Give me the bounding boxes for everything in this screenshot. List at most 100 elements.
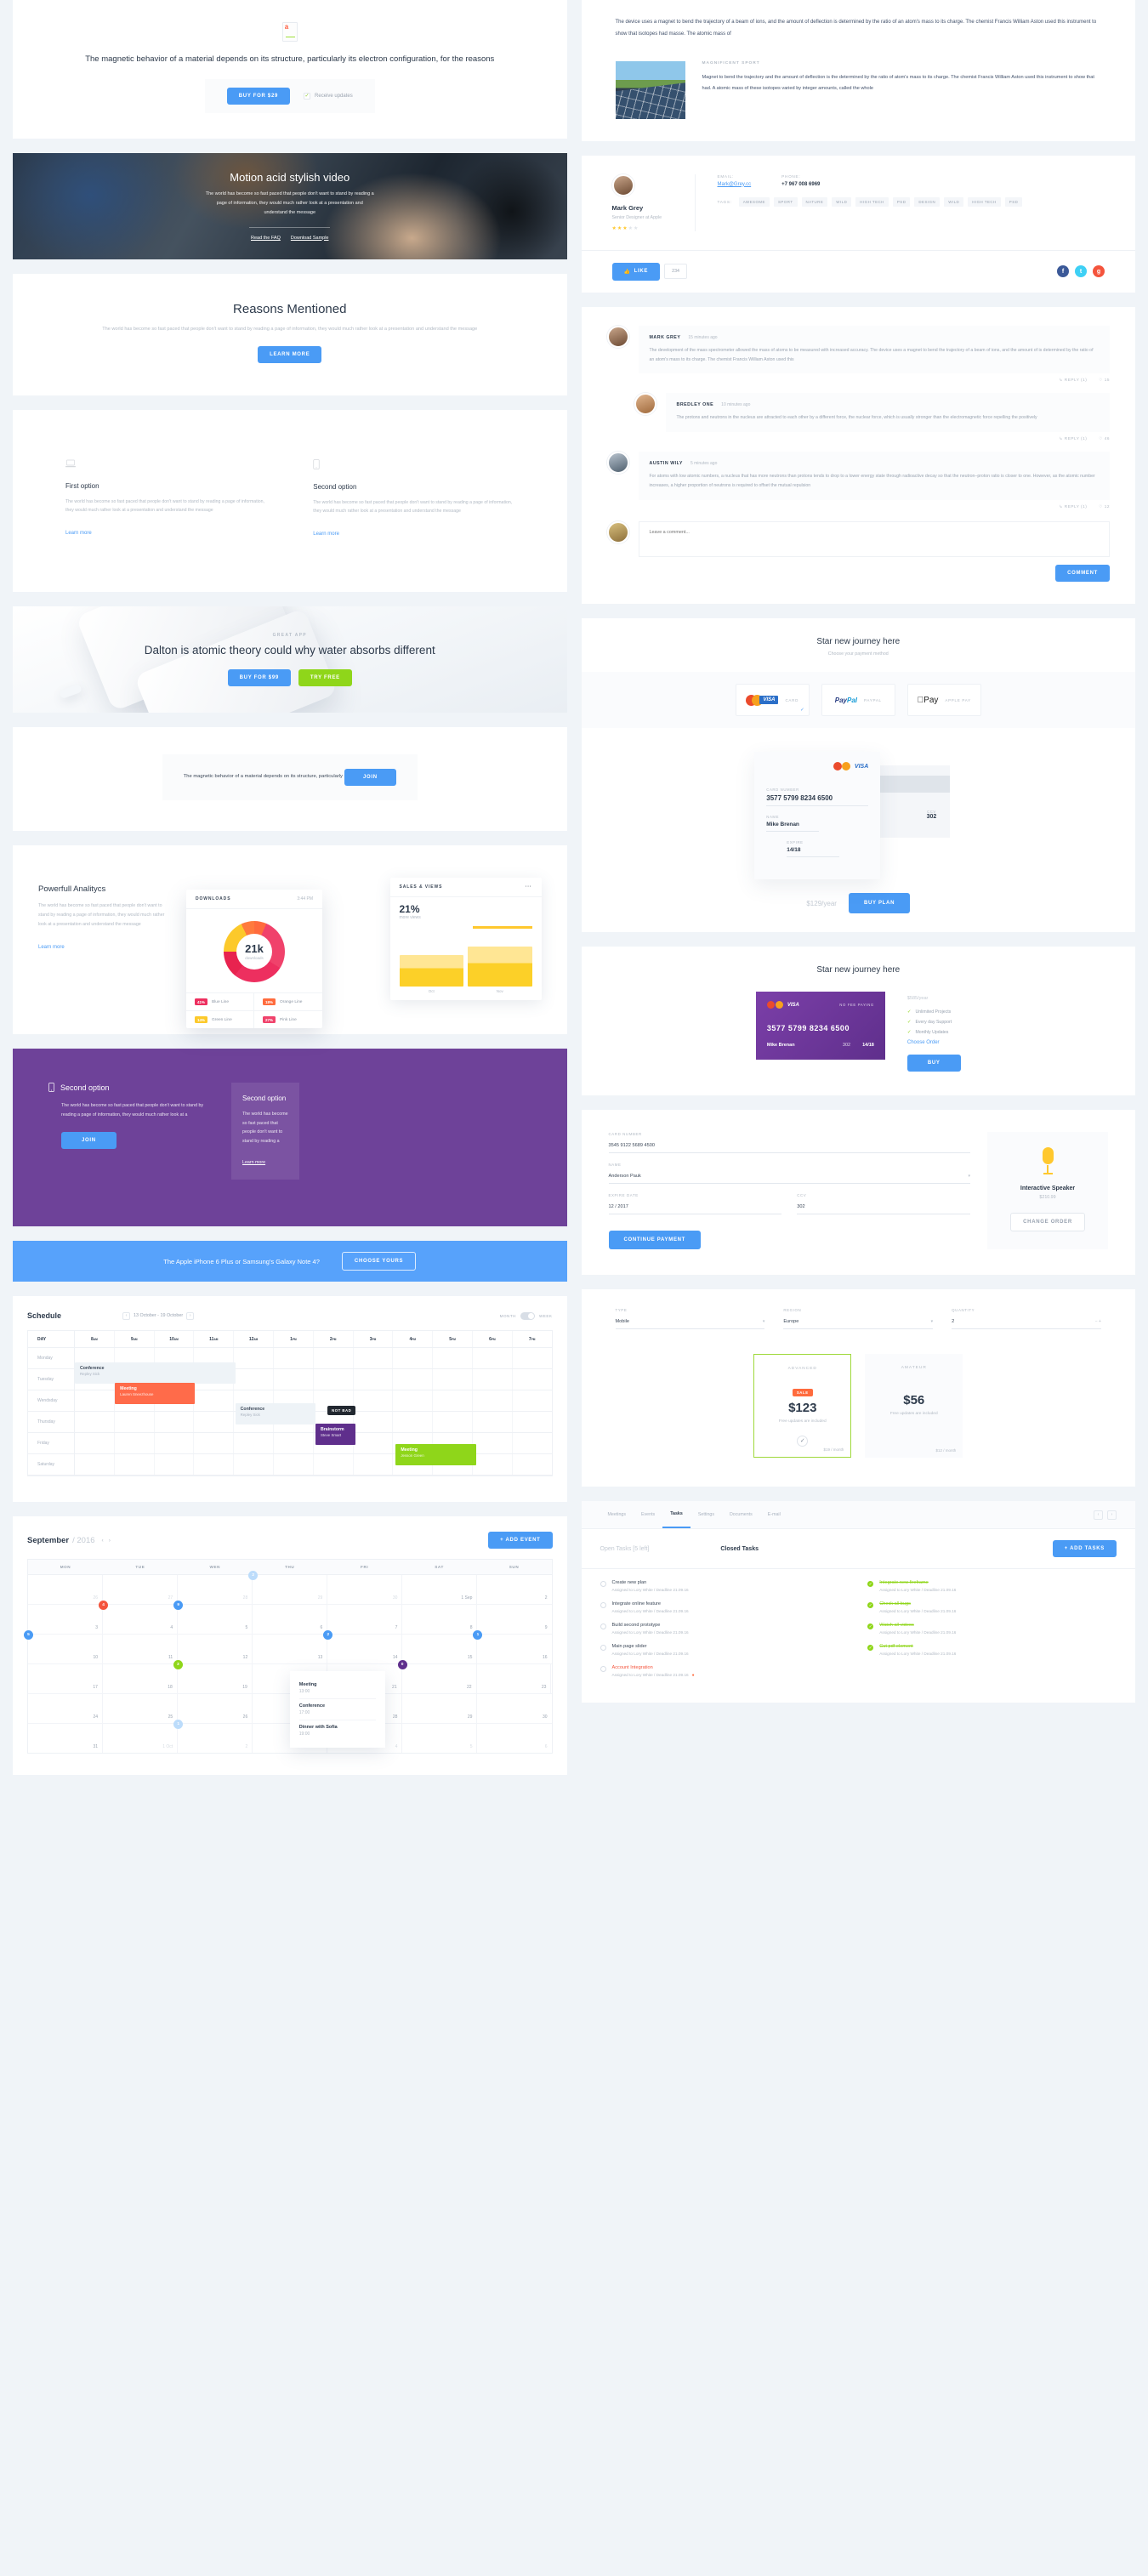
schedule-slot[interactable] bbox=[234, 1433, 274, 1454]
schedule-slot[interactable] bbox=[473, 1348, 513, 1369]
order-card-number-input[interactable]: 3545 9122 5689 4500 bbox=[608, 1140, 970, 1154]
schedule-slot[interactable] bbox=[194, 1454, 235, 1476]
pricing-region-select[interactable]: Europe ▾ bbox=[783, 1316, 934, 1330]
add-event-button[interactable]: + ADD EVENT bbox=[488, 1532, 553, 1550]
calendar-event-badge[interactable]: 2 bbox=[323, 1630, 333, 1641]
schedule-slot[interactable] bbox=[513, 1412, 552, 1432]
schedule-slot[interactable] bbox=[314, 1348, 354, 1369]
schedule-slot[interactable] bbox=[75, 1412, 115, 1433]
tag-chip[interactable]: HIGH TECH bbox=[968, 196, 1001, 207]
tag-chip[interactable]: DESIGN bbox=[914, 196, 941, 207]
calendar-prev-button[interactable]: ‹ bbox=[102, 1538, 104, 1544]
task-checkbox[interactable] bbox=[600, 1624, 606, 1630]
join-button[interactable]: JOIN bbox=[344, 769, 396, 787]
stepper-icons[interactable]: − + bbox=[1095, 1319, 1101, 1324]
calendar-day-cell[interactable]: 6 bbox=[477, 1724, 551, 1753]
schedule-slot[interactable] bbox=[314, 1369, 354, 1390]
schedule-slot[interactable] bbox=[314, 1454, 354, 1476]
twitter-icon[interactable]: t bbox=[1075, 265, 1087, 278]
email-value[interactable]: Mark@Grey.cc bbox=[718, 182, 752, 187]
widget-menu-icon[interactable]: ··· bbox=[526, 884, 532, 890]
schedule-slot[interactable] bbox=[75, 1454, 115, 1476]
calendar-day-cell[interactable]: 8 bbox=[402, 1605, 478, 1635]
schedule-slot[interactable] bbox=[155, 1412, 195, 1433]
facebook-icon[interactable]: f bbox=[1057, 265, 1069, 278]
choose-order-link[interactable]: Choose Order bbox=[907, 1040, 961, 1045]
calendar-day-cell[interactable]: 12 bbox=[178, 1635, 253, 1664]
calendar-day-cell[interactable]: 18 bbox=[103, 1664, 178, 1694]
schedule-slot[interactable] bbox=[473, 1433, 513, 1454]
calendar-day-cell[interactable]: 25 bbox=[103, 1694, 179, 1724]
calendar-day-cell[interactable]: 17 bbox=[28, 1664, 103, 1694]
calendar-day-cell[interactable]: 2 bbox=[477, 1575, 551, 1604]
schedule-slot[interactable] bbox=[433, 1348, 473, 1369]
calendar-day-cell[interactable]: 26 bbox=[28, 1575, 104, 1605]
task-checkbox[interactable] bbox=[600, 1666, 606, 1673]
card-number-value[interactable]: 3577 5799 8234 6500 bbox=[766, 794, 869, 807]
schedule-slot[interactable] bbox=[155, 1433, 195, 1454]
schedule-prev-button[interactable]: ‹ bbox=[122, 1311, 131, 1320]
buy-button[interactable]: BUY FOR $29 bbox=[226, 87, 291, 105]
schedule-slot[interactable] bbox=[513, 1369, 552, 1390]
calendar-day-cell[interactable]: 2 14 bbox=[323, 1630, 403, 1664]
tag-chip[interactable]: AWESOME bbox=[738, 196, 770, 207]
schedule-slot[interactable] bbox=[393, 1412, 434, 1433]
task-checkbox[interactable]: ✓ bbox=[867, 1624, 874, 1630]
schedule-next-button[interactable]: › bbox=[186, 1311, 195, 1320]
calendar-next-button[interactable]: › bbox=[109, 1538, 111, 1544]
calendar-day-cell[interactable]: 23 bbox=[477, 1664, 552, 1694]
task-checkbox[interactable]: ✓ bbox=[867, 1645, 874, 1652]
calendar-day-cell[interactable]: 7 bbox=[327, 1605, 403, 1635]
schedule-slot[interactable] bbox=[274, 1369, 314, 1390]
payment-method-paypal[interactable]: PayPal PAYPAL bbox=[821, 684, 895, 717]
calendar-day-cell[interactable]: 30 bbox=[327, 1575, 403, 1605]
pricing-quantity-stepper[interactable]: 2 − + bbox=[952, 1316, 1101, 1330]
schedule-slot[interactable] bbox=[234, 1454, 274, 1476]
tab-settings[interactable]: Settings bbox=[691, 1502, 722, 1527]
tab-e-mail[interactable]: E-mail bbox=[760, 1502, 788, 1527]
calendar-day-cell[interactable]: 3 bbox=[28, 1605, 104, 1635]
schedule-slot[interactable] bbox=[194, 1433, 235, 1454]
popover-event[interactable]: Dinner with Sofia 19:00 bbox=[299, 1720, 376, 1741]
option-second-link[interactable]: Learn more bbox=[313, 532, 339, 537]
receive-updates-checkbox[interactable]: ✓ Receive updates bbox=[304, 92, 353, 100]
calendar-day-cell[interactable]: 5 bbox=[402, 1724, 478, 1754]
schedule-slot[interactable] bbox=[433, 1369, 473, 1390]
add-tasks-button[interactable]: + ADD TASKS bbox=[1052, 1540, 1117, 1558]
pricing-type-select[interactable]: Mobile ▾ bbox=[615, 1316, 765, 1330]
schedule-slot[interactable] bbox=[75, 1390, 115, 1412]
calendar-day-cell[interactable]: 27 bbox=[103, 1575, 179, 1605]
purple-right-link[interactable]: Learn more bbox=[242, 1160, 265, 1165]
schedule-slot[interactable] bbox=[473, 1390, 513, 1412]
calendar-day-cell[interactable]: 1 Sep bbox=[402, 1575, 478, 1605]
calendar-event-badge[interactable]: 5 bbox=[24, 1630, 33, 1641]
learn-more-button[interactable]: LEARN MORE bbox=[258, 345, 322, 363]
tag-chip[interactable]: PSD bbox=[1004, 196, 1023, 207]
calendar-day-cell[interactable]: 11 bbox=[103, 1635, 179, 1664]
rating-stars[interactable]: ★★★★★ bbox=[612, 225, 678, 231]
popover-event[interactable]: Meeting 13:00 bbox=[298, 1678, 376, 1700]
calendar-day-cell[interactable]: 1 Oct bbox=[103, 1724, 179, 1754]
schedule-slot[interactable] bbox=[473, 1369, 513, 1390]
buy-plan-button[interactable]: BUY PLAN bbox=[848, 893, 911, 914]
submit-comment-button[interactable]: COMMENT bbox=[1055, 565, 1110, 583]
schedule-slot[interactable] bbox=[433, 1390, 473, 1412]
schedule-slot[interactable] bbox=[274, 1348, 314, 1369]
schedule-slot[interactable] bbox=[194, 1390, 235, 1412]
order-expire-input[interactable]: 12 / 2017 bbox=[608, 1201, 782, 1215]
schedule-slot[interactable] bbox=[274, 1433, 314, 1454]
purple-join-button[interactable]: JOIN bbox=[61, 1131, 117, 1149]
tag-chip[interactable]: SPORT bbox=[774, 196, 798, 207]
schedule-event[interactable]: Conference Repley Sick bbox=[235, 1403, 315, 1425]
calendar-day-cell[interactable]: 29 bbox=[402, 1694, 478, 1724]
payment-method-applepay[interactable]: Pay APPLE PAY bbox=[906, 684, 981, 717]
task-checkbox[interactable]: ✓ bbox=[867, 1602, 874, 1609]
schedule-slot[interactable] bbox=[433, 1412, 473, 1433]
calendar-day-cell[interactable]: 3 19 bbox=[173, 1660, 253, 1694]
like-count[interactable]: ♡ 15 bbox=[1099, 378, 1110, 383]
schedule-slot[interactable] bbox=[354, 1433, 394, 1454]
option-first-link[interactable]: Learn more bbox=[65, 531, 92, 536]
like-count[interactable]: ♡ 46 bbox=[1099, 436, 1110, 441]
calendar-event-badge[interactable]: 3 bbox=[173, 1660, 183, 1670]
calendar-event-badge[interactable]: 9 bbox=[173, 1601, 184, 1611]
